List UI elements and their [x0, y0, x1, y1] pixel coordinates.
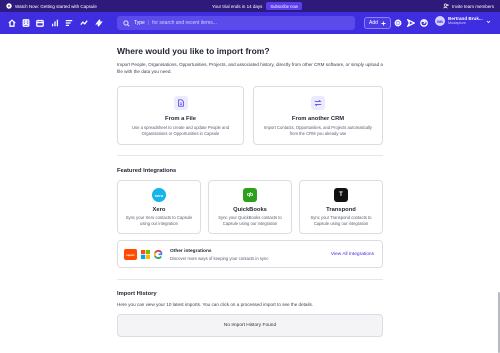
import-history-empty-state: No Import History Found — [117, 314, 383, 337]
card-description: Use a spreadsheet to create and update P… — [131, 125, 230, 136]
user-menu[interactable]: BB Bertrand Bruk... Modaplore — [435, 16, 491, 26]
trial-notice: Your trial ends in 14 days Subscribe now — [212, 2, 302, 10]
search-bar[interactable]: Type | for search and recent items... — [117, 16, 355, 30]
integration-description: Sync your QuickBooks contacts to Capsule… — [218, 215, 282, 226]
send-icon[interactable] — [405, 17, 417, 29]
add-user-icon — [443, 3, 449, 9]
empty-state-text: No Import History Found — [223, 323, 277, 328]
play-icon — [6, 3, 12, 9]
subscribe-button[interactable]: Subscribe now — [266, 2, 302, 10]
zapier-logo-icon: zapier — [124, 249, 137, 260]
add-label: Add — [369, 20, 378, 26]
integration-description: Sync your Transpond contacts to Capsule … — [310, 215, 372, 226]
file-icon — [173, 96, 188, 110]
quickbooks-logo-icon: qb — [243, 188, 257, 202]
watch-now-link[interactable]: Watch Now: Getting started with Capsule — [6, 3, 97, 9]
other-integrations-title: Other integrations — [170, 249, 212, 254]
other-integrations-description: Discover more ways of keeping your conta… — [170, 256, 269, 261]
search-placeholder: for search and recent items... — [152, 20, 217, 26]
trial-text: Your trial ends in 14 days — [212, 3, 263, 9]
page-intro: Import People, Organisations, Opportunit… — [117, 62, 383, 74]
search-separator: | — [147, 20, 150, 26]
main-navigation: Type | for search and recent items... Ad… — [0, 12, 500, 34]
section-divider — [117, 155, 383, 156]
microsoft-logo-icon — [141, 250, 150, 259]
page-title: Where would you like to import from? — [117, 46, 270, 56]
card-title: From a File — [165, 116, 196, 122]
view-all-integrations-link[interactable]: View All Integrations — [331, 252, 374, 257]
search-type-label: Type — [134, 20, 145, 26]
invite-text: Invite team members — [451, 3, 494, 9]
google-logo-icon — [154, 250, 163, 259]
avatar: BB — [435, 16, 445, 26]
user-org: Modaplore — [448, 21, 466, 26]
integration-logos: zapier — [124, 249, 163, 260]
search-icon — [123, 19, 130, 27]
invite-team-link[interactable]: Invite team members — [443, 3, 494, 9]
xero-logo-icon: xero — [152, 188, 166, 202]
settings-icon[interactable] — [392, 17, 404, 29]
plus-icon — [381, 21, 386, 25]
help-icon[interactable] — [418, 17, 430, 29]
transpond-logo-icon: T — [334, 188, 348, 202]
import-from-file-card[interactable]: From a File Use a spreadsheet to create … — [117, 86, 244, 145]
calendar-icon[interactable] — [34, 17, 46, 29]
import-from-crm-card[interactable]: From another CRM Import Contacts, Opport… — [253, 86, 383, 145]
projects-icon[interactable] — [63, 17, 75, 29]
user-info: Bertrand Bruk... Modaplore — [448, 16, 483, 26]
xero-integration-card[interactable]: xero Xero Sync your Xero contacts to Cap… — [117, 180, 201, 234]
card-title: From another CRM — [291, 116, 345, 122]
integration-title: Xero — [152, 207, 166, 213]
home-icon[interactable] — [6, 17, 18, 29]
chevron-down-icon — [486, 20, 491, 23]
pipeline-icon[interactable] — [49, 17, 61, 29]
import-history-description: Here you can view your 10 latest imports… — [117, 302, 314, 307]
integration-description: Sync your Xero contacts to Capsule using… — [125, 215, 193, 226]
top-banner: Watch Now: Getting started with Capsule … — [0, 0, 500, 12]
featured-integrations-heading: Featured Integrations — [117, 168, 177, 174]
workflow-icon[interactable] — [93, 17, 105, 29]
other-integrations-card[interactable]: zapier Other integrations Discover more … — [117, 240, 383, 268]
reports-icon[interactable] — [78, 17, 90, 29]
integration-title: Transpond — [326, 207, 356, 213]
contacts-icon[interactable] — [20, 17, 32, 29]
swap-arrows-icon — [311, 96, 325, 110]
quickbooks-integration-card[interactable]: qb QuickBooks Sync your QuickBooks conta… — [208, 180, 292, 234]
section-divider — [117, 279, 383, 280]
card-description: Import Contacts, Opportunities, and Proj… — [264, 125, 372, 136]
transpond-integration-card[interactable]: T Transpond Sync your Transpond contacts… — [299, 180, 383, 234]
add-button[interactable]: Add — [364, 17, 391, 29]
watch-now-text: Watch Now: Getting started with Capsule — [15, 3, 97, 9]
import-history-heading: Import History — [117, 291, 157, 297]
integration-title: QuickBooks — [233, 207, 267, 213]
